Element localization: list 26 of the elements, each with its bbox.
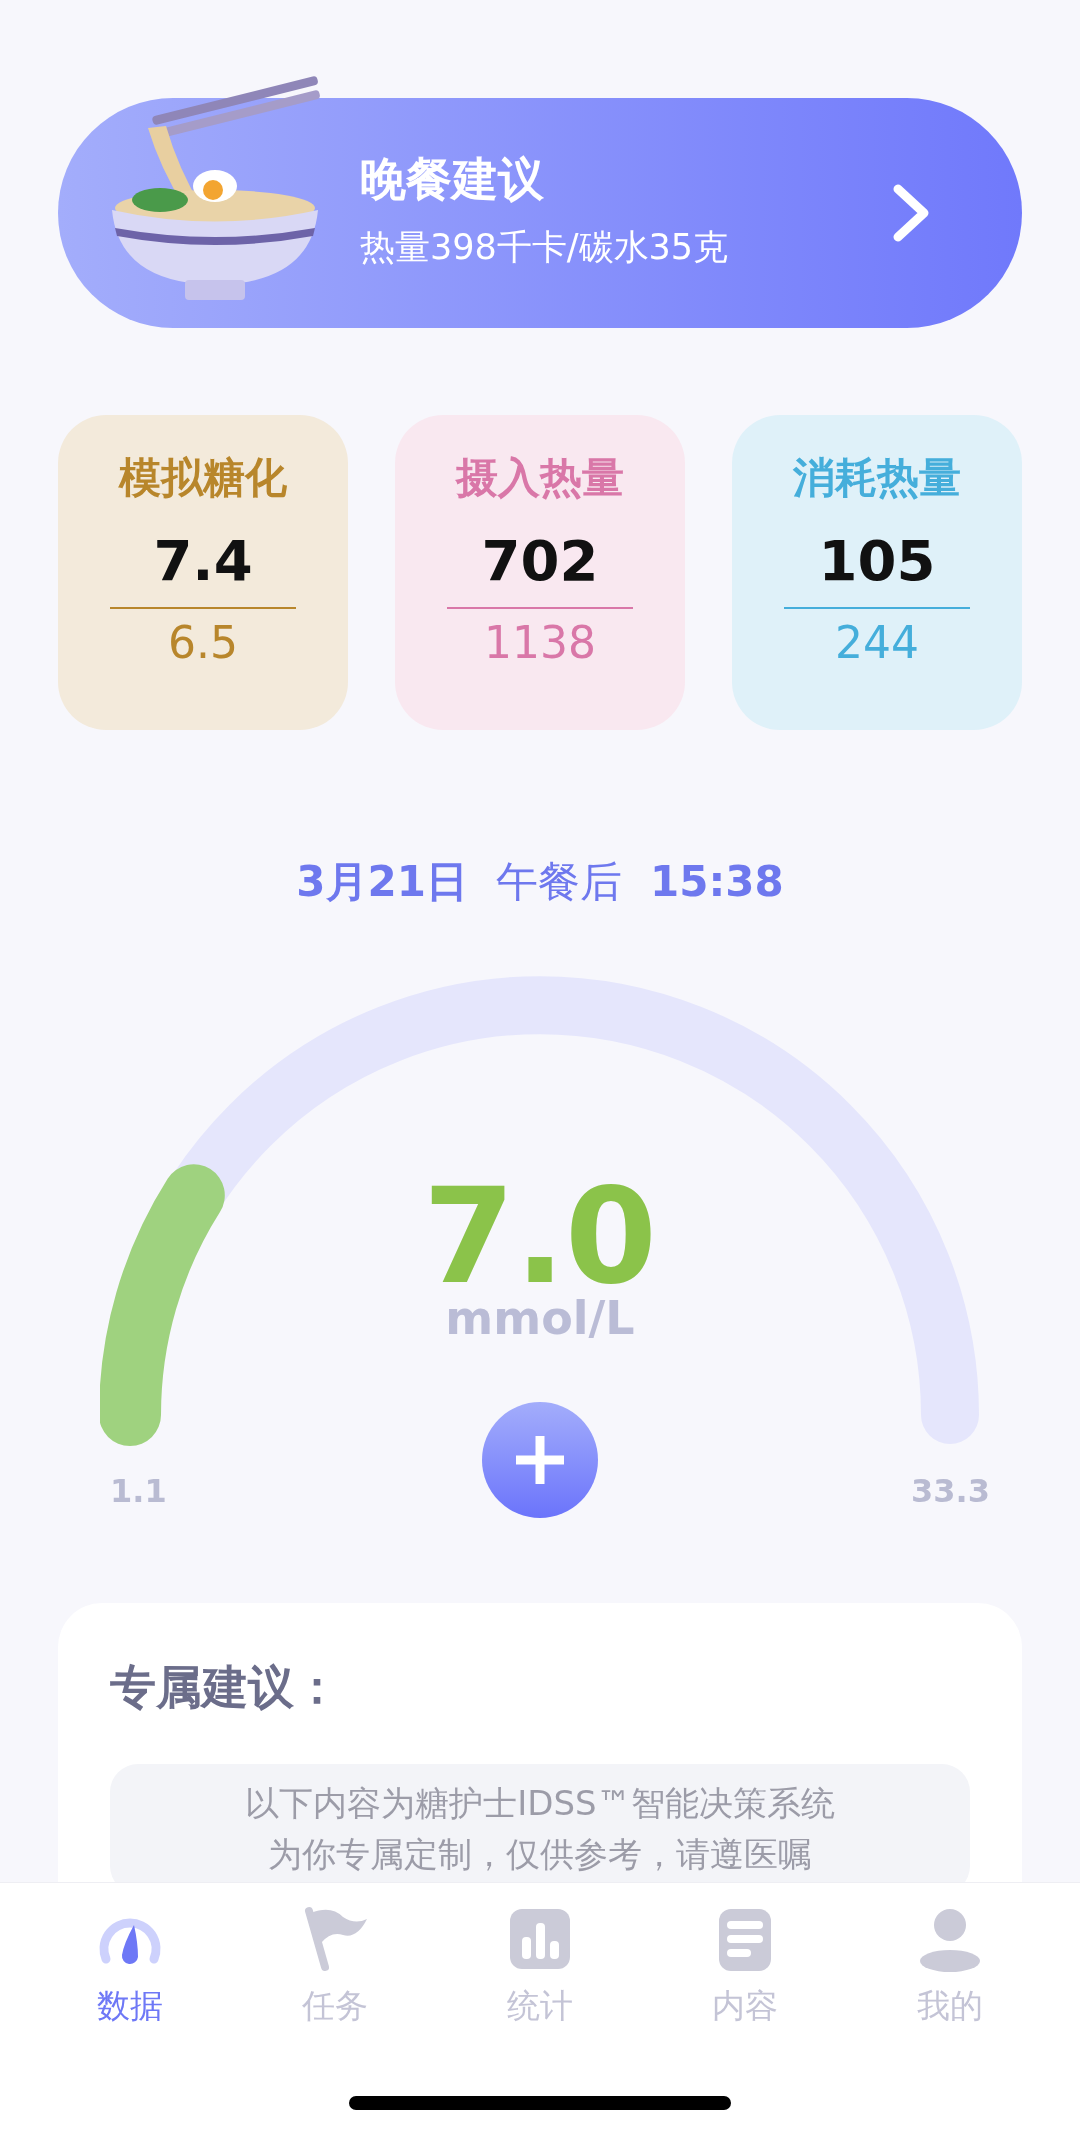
tab[interactable]: 我的 — [874, 1903, 1025, 2043]
stat-value: 7.4 — [152, 527, 254, 595]
tab[interactable]: 数据 — [55, 1903, 206, 2043]
stat-reference: 244 — [834, 616, 920, 670]
stat-title: 模拟糖化 — [117, 453, 288, 504]
tab[interactable]: 统计 — [465, 1903, 615, 2043]
notice-text: 为你专属定制，仅供参考，请遵医嘱 — [267, 1833, 813, 1876]
advice-title: 专属建议： — [110, 1659, 341, 1716]
stat-reference: 1138 — [483, 616, 597, 670]
gauge-max-label: 33.3 — [911, 1475, 990, 1507]
gauge-min-label: 1.1 — [110, 1475, 167, 1507]
reading-date: 3月21日 — [296, 856, 468, 908]
meal-period: 午餐后 — [496, 856, 622, 908]
stat-value: 702 — [480, 527, 600, 595]
stat-value: 105 — [817, 527, 937, 595]
tab[interactable]: 任务 — [260, 1903, 411, 2043]
stat-title: 消耗热量 — [792, 453, 962, 504]
glucose-unit: mmol/L — [445, 1295, 635, 1341]
notice-text: 以下内容为糖护士IDSS™智能决策系统 — [244, 1782, 836, 1825]
banner-subtitle: 热量398千卡/碳水35克 — [360, 226, 729, 270]
reading-time: 15:38 — [650, 856, 784, 908]
stat-reference: 6.5 — [167, 616, 239, 670]
meal-suggestion-banner[interactable]: 晚餐建议 热量398千卡/碳水35克 — [58, 98, 1022, 328]
stat-title: 摄入热量 — [454, 453, 625, 504]
banner-title: 晚餐建议 — [360, 152, 545, 208]
tab[interactable]: 内容 — [669, 1903, 820, 2043]
